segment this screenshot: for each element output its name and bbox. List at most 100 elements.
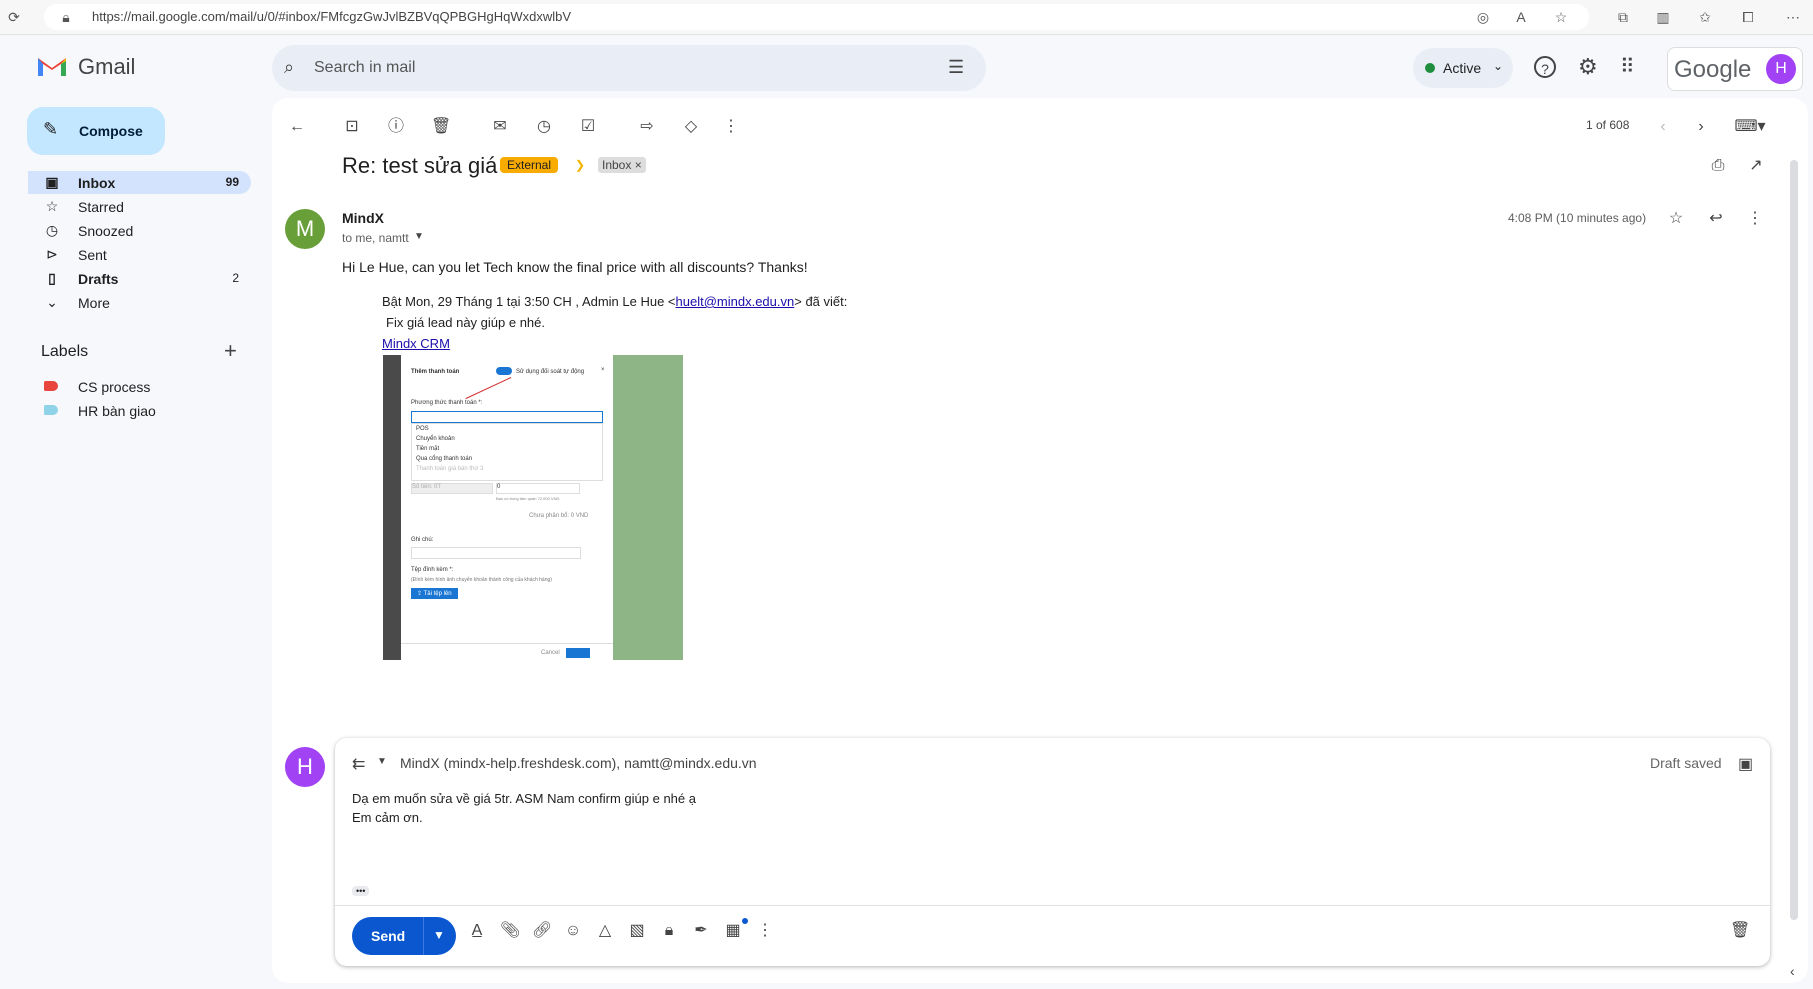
newer-chevron-icon[interactable]: ‹ bbox=[1654, 118, 1672, 136]
add-task-icon[interactable]: ☑ bbox=[579, 118, 597, 136]
sidebar-item-count: 99 bbox=[225, 175, 239, 189]
shot-title: Thêm thanh toán bbox=[411, 369, 460, 375]
signature-pen-icon[interactable]: ✒ bbox=[692, 922, 710, 940]
archive-icon[interactable]: ⊡ bbox=[343, 118, 361, 136]
sidebar-item-more[interactable]: ⌄ More bbox=[28, 291, 251, 314]
emoji-icon[interactable]: ☺ bbox=[564, 922, 582, 940]
add-label-icon[interactable]: + bbox=[224, 338, 237, 364]
compose-label: Compose bbox=[79, 123, 143, 139]
shot-option: Qua cổng thanh toán bbox=[416, 456, 473, 462]
shot-green-background bbox=[613, 355, 683, 660]
reply-icon[interactable]: ↩ bbox=[1707, 210, 1725, 228]
older-chevron-icon[interactable]: › bbox=[1692, 118, 1710, 136]
status-selector[interactable]: Active ⌄ bbox=[1413, 48, 1513, 88]
sidebar-item-starred[interactable]: ☆ Starred bbox=[28, 195, 251, 218]
label-item-hr-ban-giao[interactable]: HR bàn giao bbox=[28, 400, 251, 422]
report-spam-icon[interactable]: ⓘ bbox=[387, 118, 405, 136]
favorites-icon[interactable]: ✩ bbox=[1697, 9, 1713, 25]
sidebar-item-label: Starred bbox=[78, 199, 124, 215]
sender-name[interactable]: MindX bbox=[342, 210, 384, 226]
pop-out-icon[interactable]: ▣ bbox=[1738, 754, 1753, 774]
help-icon[interactable]: ? bbox=[1534, 56, 1556, 78]
search-options-icon[interactable]: ☰ bbox=[948, 57, 964, 78]
sidebar-item-snoozed[interactable]: ◷ Snoozed bbox=[28, 219, 251, 242]
confidential-mode-icon[interactable]: 🔒︎ bbox=[660, 922, 678, 940]
show-details-icon[interactable]: ▼ bbox=[414, 231, 424, 242]
insert-link-icon[interactable]: 🔗︎ bbox=[532, 922, 552, 940]
more-vert-icon[interactable]: ⋮ bbox=[722, 118, 740, 136]
shot-options-list: POS Chuyển khoản Tiền mặt Qua cổng thanh… bbox=[411, 423, 603, 481]
embedded-screenshot[interactable]: Thêm thanh toán Sử dụng đối soát tự động… bbox=[383, 355, 683, 660]
sidebar-item-label: Drafts bbox=[78, 271, 119, 287]
favorite-icon[interactable]: ☆ bbox=[1553, 9, 1569, 25]
move-to-icon[interactable]: ⇨ bbox=[638, 118, 656, 136]
reply-line: Em cảm ơn. bbox=[352, 810, 423, 825]
read-aloud-icon[interactable]: A bbox=[1513, 9, 1529, 25]
search-input[interactable]: Search in mail bbox=[314, 59, 415, 77]
back-arrow-icon[interactable]: ← bbox=[288, 118, 306, 136]
importance-marker-icon[interactable]: ❯ bbox=[575, 158, 585, 172]
show-trimmed-content-button[interactable]: ••• bbox=[352, 886, 370, 896]
eye-icon[interactable]: ◎ bbox=[1475, 9, 1491, 25]
reply-body-input[interactable]: Dạ em muốn sửa về giá 5tr. ASM Nam confi… bbox=[352, 789, 1752, 827]
open-new-window-icon[interactable]: ↗ bbox=[1747, 157, 1765, 175]
discard-draft-icon[interactable]: 🗑︎ bbox=[1730, 922, 1750, 940]
remove-label-icon[interactable]: × bbox=[635, 158, 642, 172]
print-icon[interactable]: ⎙ bbox=[1709, 157, 1727, 175]
schedule-send-icon[interactable]: ▦ bbox=[724, 922, 742, 940]
inbox-tag[interactable]: Inbox × bbox=[598, 157, 646, 173]
more-vert-icon[interactable]: ⋮ bbox=[1746, 210, 1764, 228]
sidebar-item-inbox[interactable]: ▣ Inbox 99 bbox=[28, 171, 251, 194]
label-icon[interactable]: ◇ bbox=[682, 118, 700, 136]
send-options-chevron-icon[interactable]: ▼ bbox=[433, 928, 445, 942]
delete-icon[interactable]: 🗑︎ bbox=[431, 118, 451, 136]
send-button[interactable]: Send bbox=[371, 928, 405, 944]
lock-icon[interactable]: 🔒︎ bbox=[58, 9, 74, 25]
notification-dot-icon bbox=[742, 918, 748, 924]
reply-recipients[interactable]: MindX (mindx-help.freshdesk.com), namtt@… bbox=[400, 755, 757, 771]
sender-avatar[interactable]: M bbox=[285, 209, 325, 249]
snooze-icon[interactable]: ◷ bbox=[535, 118, 553, 136]
gmail-title[interactable]: Gmail bbox=[78, 54, 135, 80]
formatting-icon[interactable]: A̲ bbox=[468, 922, 486, 940]
sidebar-item-sent[interactable]: ⊳ Sent bbox=[28, 243, 251, 266]
mindx-crm-link[interactable]: Mindx CRM bbox=[382, 336, 450, 351]
quoted-email-link[interactable]: huelt@mindx.edu.vn bbox=[676, 294, 795, 309]
account-switcher[interactable]: Google H bbox=[1667, 47, 1803, 91]
drive-icon[interactable]: △ bbox=[596, 922, 614, 940]
url-text[interactable]: https://mail.google.com/mail/u/0/#inbox/… bbox=[92, 9, 571, 24]
reply-type-chevron-icon[interactable]: ▼ bbox=[377, 756, 387, 767]
external-tag[interactable]: External bbox=[500, 157, 559, 173]
google-logo: Google bbox=[1674, 56, 1752, 83]
label-name: CS process bbox=[78, 379, 151, 395]
reload-icon[interactable]: ⟳ bbox=[6, 9, 22, 25]
apps-grid-icon[interactable]: ⠿ bbox=[1620, 54, 1635, 79]
shot-dialog: Thêm thanh toán Sử dụng đối soát tự động… bbox=[401, 355, 613, 660]
inbox-icon: ▣ bbox=[45, 174, 59, 190]
mark-unread-icon[interactable]: ✉ bbox=[491, 118, 509, 136]
search-icon[interactable]: ⌕ bbox=[284, 57, 294, 78]
scrollbar-thumb[interactable] bbox=[1790, 160, 1798, 920]
reply-all-icon[interactable]: ⇇ bbox=[352, 754, 365, 774]
quoted-header: Bật Mon, 29 Tháng 1 tại 3:50 CH , Admin … bbox=[382, 294, 847, 309]
sidebar-item-label: More bbox=[78, 295, 110, 311]
label-item-cs-process[interactable]: CS process bbox=[28, 376, 251, 398]
shot-option: POS bbox=[416, 426, 429, 432]
gmail-logo-icon[interactable] bbox=[36, 54, 68, 78]
attach-file-icon[interactable]: 📎︎ bbox=[500, 922, 520, 940]
sidebar-item-drafts[interactable]: ▯ Drafts 2 bbox=[28, 267, 251, 290]
input-tools-icon[interactable]: ⌨▾ bbox=[1730, 118, 1770, 136]
split-screen-icon[interactable]: ▥ bbox=[1655, 9, 1671, 25]
insert-photo-icon[interactable]: ▧ bbox=[628, 922, 646, 940]
side-panel-toggle-icon[interactable]: ‹ bbox=[1790, 963, 1795, 979]
star-icon[interactable]: ☆ bbox=[1667, 210, 1685, 228]
extensions-icon[interactable]: ⧉ bbox=[1615, 9, 1631, 25]
more-options-icon[interactable]: ⋮ bbox=[756, 922, 774, 940]
compose-button[interactable]: ✎ Compose bbox=[27, 107, 165, 155]
settings-gear-icon[interactable]: ⚙ bbox=[1578, 54, 1598, 80]
search-bar[interactable]: ⌕ Search in mail ☰ bbox=[272, 45, 986, 91]
draft-icon: ▯ bbox=[48, 270, 56, 286]
sidebar-item-label: Snoozed bbox=[78, 223, 134, 239]
collections-icon[interactable]: ⧠ bbox=[1740, 9, 1756, 25]
menu-icon[interactable]: ⋯ bbox=[1785, 9, 1801, 25]
